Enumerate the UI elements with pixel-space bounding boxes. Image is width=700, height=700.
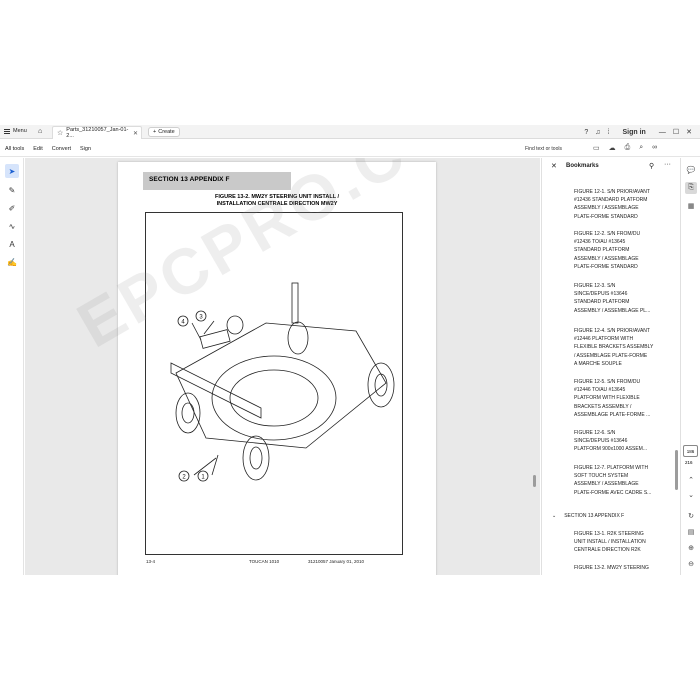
pdf-page: SECTION 13 APPENDIX F FIGURE 13-2. MW2Y … xyxy=(118,162,436,575)
bell-icon[interactable]: ♫ xyxy=(595,129,600,136)
window-controls: ? ♫ ⁞ Sign in — ☐ ✕ xyxy=(584,125,700,139)
callout-1: 1 xyxy=(201,475,205,481)
save-icon[interactable]: ▭ xyxy=(593,144,600,152)
bookmark-item[interactable]: FIGURE 12-7. PLATFORM WITH SOFT TOUCH SY… xyxy=(574,464,666,497)
bookmark-item[interactable]: FIGURE 12-1. S/N PRIOR/AVANT #12436 STAN… xyxy=(574,188,666,221)
star-icon[interactable]: ☆ xyxy=(57,129,63,137)
upload-cloud-icon[interactable]: ☁ xyxy=(609,144,616,152)
bookmark-item[interactable]: FIGURE 12-6. S/N SINCE/DEPUIS #13646 PLA… xyxy=(574,429,666,454)
tab-document-title: Parts_31210057_Jan-01-2... xyxy=(66,127,129,139)
motor-cap xyxy=(226,315,244,335)
figure-title: FIGURE 13-2. MW2Y STEERING UNIT INSTALL … xyxy=(118,194,436,208)
bookmarks-title: Bookmarks xyxy=(566,163,599,169)
bookmarks-panel: ✕ Bookmarks ⚲ ··· FIGURE 12-1. S/N PRIOR… xyxy=(541,158,679,575)
wheel-right-front-hub xyxy=(249,446,263,470)
create-label: Create xyxy=(158,129,175,135)
thumbnails-icon[interactable]: ▦ xyxy=(685,200,697,212)
chevron-down-icon[interactable]: ⌄ xyxy=(552,513,556,519)
document-view-icon[interactable]: ▤ xyxy=(685,526,697,538)
stamp-sign-icon[interactable]: ✍ xyxy=(5,255,19,269)
callout-2: 2 xyxy=(182,475,186,481)
menu-all-tools[interactable]: All tools xyxy=(5,146,24,152)
draw-freehand-icon[interactable]: ∿ xyxy=(5,219,19,233)
steering-unit-illustration: 3 4 2 1 xyxy=(170,282,395,482)
sign-in-button[interactable]: Sign in xyxy=(623,129,646,136)
print-icon[interactable]: ⎙ xyxy=(625,144,631,152)
find-text-search[interactable]: Find text or tools xyxy=(525,146,562,152)
plus-icon: + xyxy=(153,129,157,135)
maximize-icon[interactable]: ☐ xyxy=(673,128,679,136)
zoom-in-icon[interactable]: ⊕ xyxy=(685,542,697,554)
close-panel-icon[interactable]: ✕ xyxy=(551,162,557,170)
help-icon[interactable]: ? xyxy=(584,129,588,136)
leader-3 xyxy=(203,320,215,335)
callout-3: 3 xyxy=(199,315,203,321)
tab-bar: Menu ⌂ ☆ Parts_31210057_Jan-01-2... ✕ + … xyxy=(0,125,700,139)
footer-doc-info: 31210057 January 01, 2010 xyxy=(308,559,365,564)
bookmark-section[interactable]: ⌄ SECTION 13 APPENDIX F xyxy=(552,513,624,519)
figure-frame: 3 4 2 1 xyxy=(145,212,403,555)
close-tab-icon[interactable]: ✕ xyxy=(133,130,138,137)
rotate-icon[interactable]: ↻ xyxy=(685,510,697,522)
right-rail: 💬 ⎘ ▦ 186 216 ⌃ ⌄ ↻ ▤ ⊕ ⊖ xyxy=(680,158,700,575)
turntable-ring xyxy=(211,355,337,441)
bookmark-item[interactable]: FIGURE 12-5. S/N FROM/DU #12446 TO/AU #1… xyxy=(574,378,666,419)
menu-convert[interactable]: Convert xyxy=(52,146,71,152)
menu-label: Menu xyxy=(13,128,27,134)
leader-1 xyxy=(211,454,219,476)
apps-icon[interactable]: ⁞ xyxy=(608,129,610,136)
search-doc-icon[interactable]: ⌕ xyxy=(639,144,643,152)
bookmark-item[interactable]: FIGURE 13-1. R2K STEERING UNIT INSTALL /… xyxy=(574,530,666,555)
wheel-left-front-hub xyxy=(181,402,195,424)
menu-button[interactable]: Menu xyxy=(4,128,27,134)
figure-title-line-2: INSTALLATION CENTRALE DIRECTION MW2Y xyxy=(216,201,338,207)
more-options-icon[interactable]: ··· xyxy=(664,161,671,168)
hamburger-icon xyxy=(4,128,10,134)
comments-icon[interactable]: 💬 xyxy=(685,164,697,176)
menu-sign[interactable]: Sign xyxy=(80,146,91,152)
tab-document[interactable]: ☆ Parts_31210057_Jan-01-2... ✕ xyxy=(52,126,142,139)
footer-page-number: 13-4 xyxy=(146,559,156,564)
document-scrollbar[interactable] xyxy=(533,475,536,487)
figure-title-line-1: FIGURE 13-2. MW2Y STEERING UNIT INSTALL … xyxy=(214,194,340,200)
acrobat-window: Menu ⌂ ☆ Parts_31210057_Jan-01-2... ✕ + … xyxy=(0,125,700,575)
callout-4: 4 xyxy=(181,320,185,326)
create-button[interactable]: + Create xyxy=(148,127,180,137)
add-comment-icon[interactable]: ✎ xyxy=(5,183,19,197)
section-header: SECTION 13 APPENDIX F xyxy=(143,172,291,190)
main-toolbar: All tools Edit Convert Sign Find text or… xyxy=(0,140,700,157)
bookmark-panel-icon[interactable]: ⎘ xyxy=(685,182,697,194)
left-tool-rail: ➤ ✎ ✐ ∿ A ✍ xyxy=(0,158,24,575)
turntable-inner xyxy=(229,369,319,427)
bookmark-item[interactable]: FIGURE 12-4. S/N PRIOR/AVANT #12446 PLAT… xyxy=(574,327,666,368)
menu-edit[interactable]: Edit xyxy=(33,146,42,152)
leader-4 xyxy=(191,322,202,341)
bookmarks-header: ✕ Bookmarks ⚲ ··· xyxy=(542,158,680,174)
bookmark-item[interactable]: FIGURE 12-3. S/N SINCE/DEPUIS #13646 STA… xyxy=(574,282,666,315)
zoom-out-icon[interactable]: ⊖ xyxy=(685,558,697,570)
wheel-right-rear-hub xyxy=(374,373,388,397)
highlight-pen-icon[interactable]: ✐ xyxy=(5,201,19,215)
bookmarks-scrollbar[interactable] xyxy=(675,450,678,490)
page-number-input[interactable]: 186 xyxy=(683,445,698,457)
wheel-right-rear xyxy=(367,362,395,408)
bookmark-item[interactable]: FIGURE 12-2. S/N FROM/DU #12436 TO/AU #1… xyxy=(574,230,666,271)
text-box-icon[interactable]: A xyxy=(5,237,19,251)
bookmark-section-label: SECTION 13 APPENDIX F xyxy=(564,513,625,519)
footer-model: TOUCAN 1010 xyxy=(249,559,280,564)
page-down-icon[interactable]: ⌄ xyxy=(685,489,697,501)
select-cursor-icon[interactable]: ➤ xyxy=(5,164,19,178)
bookmark-add-icon[interactable]: ⚲ xyxy=(649,162,654,170)
link-icon[interactable]: ∞ xyxy=(652,144,657,152)
chassis-frame xyxy=(175,322,387,449)
document-viewport[interactable]: SECTION 13 APPENDIX F FIGURE 13-2. MW2Y … xyxy=(25,158,540,575)
bookmark-item-active[interactable]: FIGURE 13-2. MW2Y STEERING xyxy=(574,564,666,572)
mast-post xyxy=(291,282,299,324)
home-icon[interactable]: ⌂ xyxy=(38,128,42,135)
wheel-left-rear xyxy=(287,321,309,355)
page-up-icon[interactable]: ⌃ xyxy=(685,474,697,486)
page-total: 216 xyxy=(685,460,693,465)
close-window-icon[interactable]: ✕ xyxy=(686,128,692,136)
minimize-icon[interactable]: — xyxy=(659,129,666,136)
